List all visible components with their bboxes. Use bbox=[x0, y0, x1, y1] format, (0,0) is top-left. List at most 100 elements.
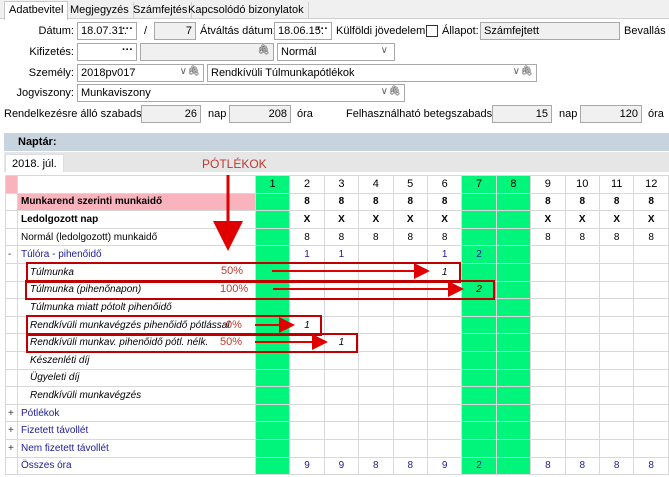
day-cell[interactable] bbox=[564, 421, 600, 440]
day-cell[interactable]: 9 bbox=[323, 456, 360, 476]
day-cell[interactable]: 9 bbox=[289, 456, 325, 476]
day-cell[interactable] bbox=[254, 262, 291, 282]
day-cell[interactable] bbox=[426, 350, 463, 370]
paperclip-icon[interactable]: 🖇 bbox=[388, 86, 401, 97]
day-cell[interactable] bbox=[289, 421, 325, 440]
day-cell[interactable] bbox=[426, 368, 463, 388]
day-cell[interactable]: X bbox=[633, 210, 669, 229]
day-cell[interactable] bbox=[392, 298, 428, 317]
day-cell[interactable] bbox=[530, 280, 566, 300]
day-cell[interactable]: X bbox=[358, 210, 394, 229]
day-cell[interactable]: 8 bbox=[564, 227, 600, 247]
day-cell[interactable] bbox=[495, 315, 532, 335]
day-cell[interactable]: 8 bbox=[392, 192, 428, 212]
day-cell[interactable] bbox=[323, 298, 360, 317]
day-cell[interactable] bbox=[392, 262, 428, 282]
day-cell[interactable]: 1 bbox=[426, 262, 463, 282]
day-cell[interactable] bbox=[426, 421, 463, 440]
day-cell[interactable] bbox=[564, 262, 600, 282]
day-cell[interactable] bbox=[254, 368, 291, 388]
day-cell[interactable]: 1 bbox=[289, 315, 325, 335]
day-cell[interactable] bbox=[461, 210, 497, 229]
tab-szamfejtes[interactable]: Számfejtés bbox=[129, 2, 193, 19]
day-cell[interactable]: 2 bbox=[461, 456, 497, 476]
day-cell[interactable] bbox=[254, 350, 291, 370]
day-cell[interactable] bbox=[323, 421, 360, 440]
paperclip-icon[interactable]: 🖇 bbox=[187, 66, 200, 77]
ellipsis-icon[interactable]: ··· bbox=[122, 44, 133, 56]
day-cell[interactable] bbox=[633, 350, 669, 370]
day-cell[interactable] bbox=[461, 403, 497, 423]
day-cell[interactable] bbox=[598, 421, 635, 440]
day-cell[interactable]: X bbox=[530, 210, 566, 229]
day-cell[interactable] bbox=[598, 262, 635, 282]
day-cell[interactable] bbox=[495, 298, 532, 317]
day-cell[interactable]: 8 bbox=[358, 192, 394, 212]
day-cell[interactable] bbox=[530, 368, 566, 388]
ellipsis-icon[interactable]: ··· bbox=[317, 23, 328, 35]
day-cell[interactable] bbox=[289, 368, 325, 388]
day-cell[interactable] bbox=[392, 280, 428, 300]
day-cell[interactable] bbox=[392, 333, 428, 352]
day-cell[interactable] bbox=[530, 403, 566, 423]
day-cell[interactable] bbox=[598, 350, 635, 370]
day-cell[interactable] bbox=[461, 350, 497, 370]
day-cell[interactable] bbox=[358, 333, 394, 352]
day-cell[interactable]: X bbox=[289, 210, 325, 229]
tab-megjegyzes[interactable]: Megjegyzés bbox=[66, 2, 134, 19]
day-cell[interactable]: 8 bbox=[564, 192, 600, 212]
day-cell[interactable] bbox=[323, 350, 360, 370]
day-cell[interactable] bbox=[495, 350, 532, 370]
day-cell[interactable] bbox=[633, 403, 669, 423]
day-cell[interactable]: 8 bbox=[392, 227, 428, 247]
month-tab[interactable]: 2018. júl. bbox=[5, 154, 64, 172]
day-cell[interactable] bbox=[358, 421, 394, 440]
day-cell[interactable] bbox=[495, 403, 532, 423]
day-cell[interactable] bbox=[254, 280, 291, 300]
day-cell[interactable]: 9 bbox=[426, 456, 463, 476]
day-cell[interactable]: 8 bbox=[530, 192, 566, 212]
day-cell[interactable] bbox=[461, 192, 497, 212]
day-cell[interactable] bbox=[426, 315, 463, 335]
day-cell[interactable]: 8 bbox=[289, 192, 325, 212]
day-cell[interactable] bbox=[426, 386, 463, 405]
day-cell[interactable] bbox=[254, 386, 291, 405]
day-cell[interactable] bbox=[461, 333, 497, 352]
day-cell[interactable] bbox=[323, 438, 360, 458]
day-cell[interactable] bbox=[530, 315, 566, 335]
day-cell[interactable] bbox=[323, 262, 360, 282]
day-cell[interactable] bbox=[392, 421, 428, 440]
day-cell[interactable]: 8 bbox=[633, 227, 669, 247]
day-cell[interactable] bbox=[358, 386, 394, 405]
day-cell[interactable] bbox=[530, 421, 566, 440]
day-cell[interactable] bbox=[495, 280, 532, 300]
day-cell[interactable] bbox=[633, 245, 669, 264]
day-cell[interactable] bbox=[633, 333, 669, 352]
day-cell[interactable] bbox=[289, 298, 325, 317]
day-cell[interactable] bbox=[392, 368, 428, 388]
day-cell[interactable] bbox=[358, 315, 394, 335]
day-cell[interactable] bbox=[254, 333, 291, 352]
day-cell[interactable] bbox=[564, 368, 600, 388]
day-cell[interactable]: 1 bbox=[289, 245, 325, 264]
day-cell[interactable] bbox=[461, 368, 497, 388]
day-cell[interactable] bbox=[289, 438, 325, 458]
day-cell[interactable] bbox=[495, 227, 532, 247]
kifizetes-field[interactable]: ··· bbox=[77, 43, 137, 61]
szemely-tipus-select[interactable]: Rendkívüli Túlmunkapótlékok ∨ 🖇 bbox=[207, 64, 537, 82]
day-cell[interactable] bbox=[564, 333, 600, 352]
day-cell[interactable] bbox=[564, 403, 600, 423]
day-cell[interactable] bbox=[358, 350, 394, 370]
day-cell[interactable]: 8 bbox=[323, 192, 360, 212]
atvaltas-field[interactable]: 18.06.15. ··· bbox=[274, 22, 332, 40]
day-cell[interactable] bbox=[633, 315, 669, 335]
day-cell[interactable] bbox=[358, 262, 394, 282]
day-cell[interactable] bbox=[598, 245, 635, 264]
day-cell[interactable] bbox=[495, 438, 532, 458]
day-cell[interactable] bbox=[598, 280, 635, 300]
day-cell[interactable] bbox=[461, 298, 497, 317]
day-cell[interactable] bbox=[598, 438, 635, 458]
day-cell[interactable]: 8 bbox=[633, 192, 669, 212]
day-cell[interactable]: 8 bbox=[530, 456, 566, 476]
day-cell[interactable]: 8 bbox=[289, 227, 325, 247]
